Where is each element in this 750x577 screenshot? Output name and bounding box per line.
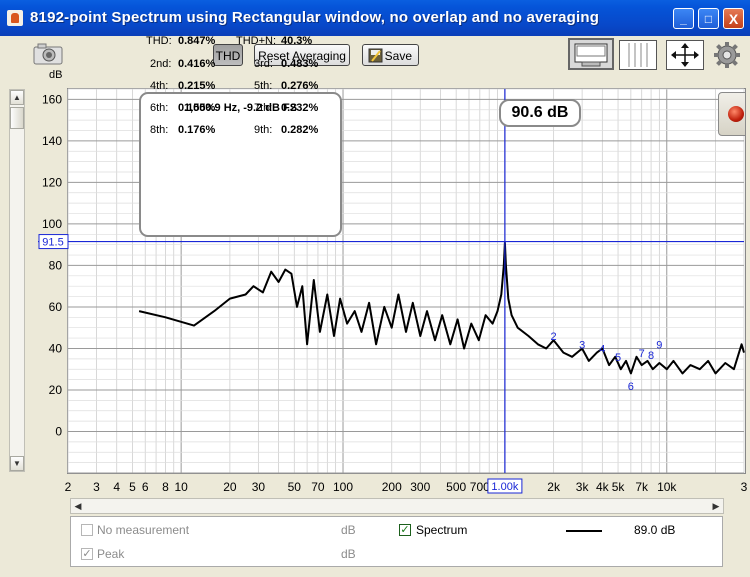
- harmonic-marker: 7: [639, 348, 645, 360]
- thd-row-label: 6th:: [150, 102, 169, 114]
- thd-row-label: 2nd:: [150, 58, 172, 70]
- harmonic-marker: 2: [551, 331, 557, 343]
- cursor-y-label: 91.5: [42, 237, 63, 249]
- x-tick-label: 70: [311, 480, 325, 494]
- cursor-x-label: 1.00k: [491, 481, 518, 493]
- peak-checkbox[interactable]: ✓: [81, 548, 93, 560]
- thd-row-label: 4th:: [150, 80, 169, 92]
- x-tick-label: 8: [162, 480, 169, 494]
- thd-row-label: 3rd:: [254, 58, 273, 70]
- thd-row-value: 0.176%: [178, 124, 216, 136]
- x-tick-label: 5: [129, 480, 136, 494]
- spectrum-checkbox[interactable]: ✓: [399, 524, 411, 536]
- y-tick-label: 60: [49, 300, 63, 314]
- thd-row-value: 0.215%: [178, 80, 216, 92]
- thd-row-value: 0.155%: [178, 102, 216, 114]
- thd-row-label: THD+N:: [236, 35, 277, 47]
- x-tick-label: 10k: [657, 480, 677, 494]
- x-tick-label: 3k: [576, 480, 590, 494]
- thd-row-value: 40.3%: [281, 35, 313, 47]
- record-button[interactable]: [718, 92, 746, 136]
- x-tick-label: 20: [223, 480, 237, 494]
- x-tick-label: 2k: [547, 480, 561, 494]
- spectrum-line-swatch: [566, 530, 602, 532]
- thd-row-value: 0.276%: [281, 80, 319, 92]
- cursor-readout: 90.6 dB: [499, 99, 581, 127]
- harmonic-marker: 9: [656, 339, 662, 351]
- harmonic-marker: 6: [628, 381, 634, 393]
- y-tick-label: 80: [49, 258, 63, 272]
- legend-panel: No measurement dB ✓ Peak dB ✓ Spectrum 8…: [70, 516, 723, 567]
- horizontal-scrollbar[interactable]: ◀ ▶: [70, 498, 724, 514]
- x-tick-label: 3: [741, 480, 748, 494]
- x-tick-label: 6: [142, 480, 149, 494]
- x-tick-label: 3: [93, 480, 100, 494]
- y-tick-label: 20: [49, 383, 63, 397]
- thd-row-value: 0.483%: [281, 58, 319, 70]
- x-tick-label: 4k: [596, 480, 610, 494]
- no-measurement-checkbox[interactable]: [81, 524, 93, 536]
- harmonic-marker: 8: [648, 350, 654, 362]
- thd-row-label: 7th:: [254, 102, 273, 114]
- peak-label: Peak: [97, 547, 125, 561]
- harmonic-marker: 5: [615, 352, 621, 364]
- x-tick-label: 30: [252, 480, 266, 494]
- y-tick-label: 140: [42, 134, 62, 148]
- x-tick-label: 50: [288, 480, 302, 494]
- x-tick-label: 500: [446, 480, 466, 494]
- x-tick-label: 4: [113, 480, 120, 494]
- thd-panel: 1,000.9 Hz, -9.2 dB FS THD: 0.847% THD+N: 4…: [139, 35, 342, 237]
- thd-row-value: 0.847%: [178, 35, 216, 47]
- thd-row-value: 0.416%: [178, 58, 216, 70]
- harmonic-marker: 3: [579, 339, 585, 351]
- y-tick-label: 0: [55, 424, 62, 438]
- y-tick-label: 160: [42, 92, 62, 106]
- x-tick-label: 10: [174, 480, 188, 494]
- spectrum-label: Spectrum: [416, 523, 468, 537]
- no-measurement-label: No measurement: [97, 523, 190, 537]
- app-window: 8192-point Spectrum using Rectangular wi…: [0, 0, 750, 577]
- x-tick-label: 5k: [612, 480, 626, 494]
- thd-row-value: 0.232%: [281, 102, 319, 114]
- thd-row-label: 9th:: [254, 124, 273, 136]
- y-tick-label: 120: [42, 175, 62, 189]
- peak-unit: dB: [341, 547, 356, 561]
- spectrum-value: 89.0 dB: [634, 523, 676, 537]
- harmonic-marker: 4: [599, 344, 605, 356]
- y-tick-label: 40: [49, 341, 63, 355]
- scroll-left-button[interactable]: ◀: [71, 499, 85, 513]
- y-tick-label: 100: [42, 217, 62, 231]
- no-measurement-unit: dB: [341, 523, 356, 537]
- x-tick-label: 200: [382, 480, 402, 494]
- spectrum-chart[interactable]: 0204060801001201401602 3 4 5 6 8 10 20 30 50 70 100…: [0, 0, 750, 500]
- x-tick-label: 7k: [635, 480, 649, 494]
- scroll-right-button[interactable]: ▶: [709, 499, 723, 513]
- x-tick-label: 2: [65, 480, 72, 494]
- thd-row-label: THD:: [146, 35, 172, 47]
- x-tick-label: 700: [470, 480, 490, 494]
- x-tick-label: 300: [410, 480, 430, 494]
- thd-row-label: 5th:: [254, 80, 273, 92]
- thd-row-value: 0.282%: [281, 124, 319, 136]
- thd-row-label: 8th:: [150, 124, 169, 136]
- x-tick-label: 100: [333, 480, 353, 494]
